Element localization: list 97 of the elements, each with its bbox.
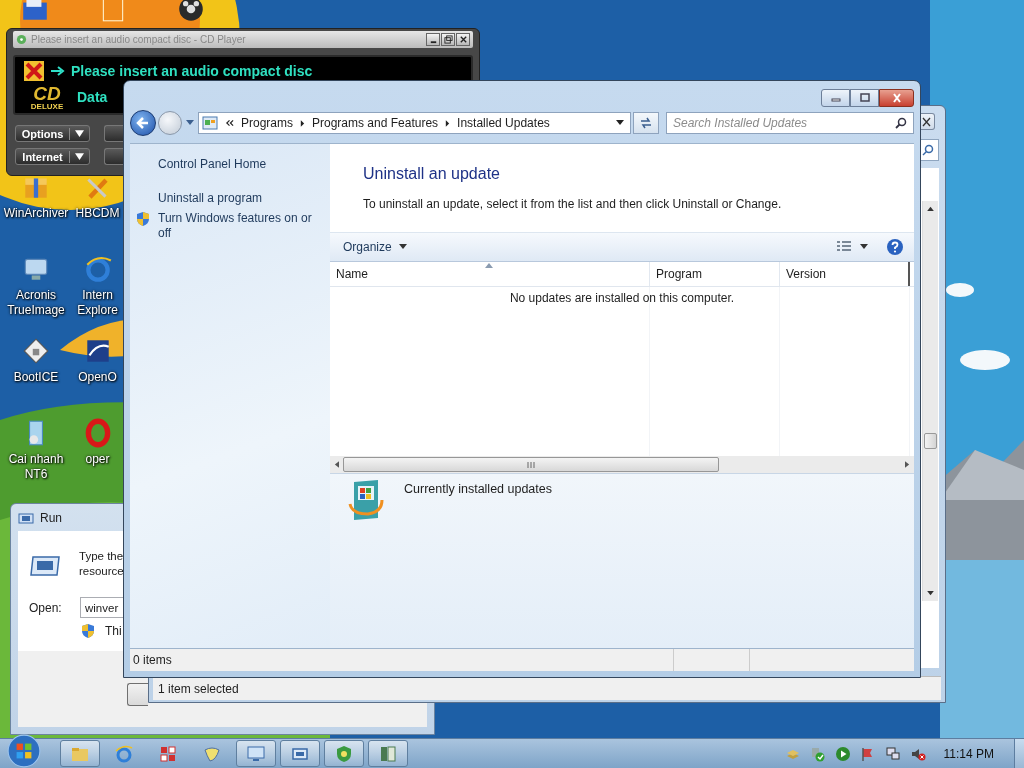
taskbar-button[interactable] [368, 740, 408, 767]
player-button[interactable] [104, 125, 123, 142]
minimize-button[interactable] [426, 33, 440, 46]
column-header[interactable]: Version [780, 261, 910, 286]
icon-label: OpenO [78, 370, 117, 385]
maximize-button[interactable] [850, 89, 879, 107]
icon-label: WinArchiver [3, 206, 69, 221]
task-link[interactable]: Uninstall a program [158, 190, 263, 206]
scroll-right-icon[interactable] [905, 461, 910, 469]
status-text: 0 items [132, 653, 173, 668]
status-message: Please insert an audio compact disc [71, 63, 313, 79]
run-icon [18, 511, 34, 524]
back-button[interactable] [130, 110, 156, 137]
scroll-down-icon[interactable] [927, 591, 934, 596]
caret-icon [398, 243, 407, 250]
security-icon[interactable] [809, 745, 826, 762]
vertical-scrollbar[interactable] [922, 201, 938, 601]
scrollbar-thumb[interactable] [924, 433, 937, 449]
control-panel-icon [202, 115, 218, 132]
close-icon [890, 93, 903, 103]
page-heading: Uninstall an update [363, 164, 501, 183]
grip-icon [527, 460, 535, 469]
show-desktop-button[interactable] [1014, 739, 1024, 768]
window-title: Please insert an audio compact disc - CD Player [31, 34, 246, 45]
breadcrumb-item[interactable]: Installed Updates [457, 116, 550, 131]
description-text: To uninstall an update, select it from the list and then click Uninstall or Change. [363, 196, 783, 211]
browser-icon [114, 743, 134, 764]
no-disc-icon [23, 60, 45, 82]
empty-message: No updates are installed on this computer. [508, 289, 736, 305]
monitor-icon [246, 743, 266, 764]
logo: CD DELUXE [29, 83, 65, 111]
close-button[interactable] [879, 89, 914, 107]
dropdown-button[interactable]: Internet [15, 148, 90, 165]
shield-icon [136, 210, 150, 227]
scroll-left-icon[interactable] [334, 461, 339, 469]
search-field[interactable]: Search Installed Updates [666, 112, 914, 135]
help-icon[interactable] [886, 237, 904, 256]
restore-icon [443, 35, 453, 44]
icon-label: Intern Explore [77, 288, 118, 318]
player-button[interactable] [104, 148, 123, 165]
breadcrumb-item[interactable]: Programs and Features [312, 116, 439, 131]
task-link[interactable]: Turn Windows features on or off [158, 210, 320, 241]
address-bar[interactable]: Programs Programs and Features Installed Updates [198, 112, 631, 135]
icon-label: Acronis TrueImage [7, 288, 65, 318]
taskbar-button[interactable] [280, 740, 320, 767]
horizontal-scrollbar[interactable] [330, 456, 914, 474]
taskbar-button[interactable] [324, 740, 364, 767]
status-text: Data [77, 89, 108, 105]
start-button[interactable] [6, 732, 42, 768]
icon-label: oper [85, 452, 110, 467]
refresh-button[interactable] [633, 112, 659, 135]
task-link[interactable]: Control Panel Home [158, 156, 267, 172]
scroll-up-icon[interactable] [927, 206, 934, 211]
grid-icon [158, 743, 178, 764]
taskbar-button[interactable] [60, 740, 100, 767]
dialog-button[interactable] [127, 683, 148, 706]
column-header[interactable]: Name [330, 261, 650, 286]
maximize-icon [858, 93, 871, 103]
book-icon [378, 743, 398, 764]
organize-button[interactable]: Organize [337, 236, 413, 257]
caret-icon [75, 153, 84, 160]
dialog-title: Run [40, 510, 62, 525]
update-icon [348, 478, 384, 523]
search-icon [922, 144, 934, 156]
film-reel-icon[interactable] [176, 0, 206, 24]
chevron-icon[interactable] [445, 119, 451, 127]
shield-icon [81, 623, 95, 639]
network-icon[interactable] [884, 745, 901, 762]
restore-button[interactable] [441, 33, 455, 46]
search-icon [895, 117, 907, 130]
arrow-icon [51, 66, 65, 76]
close-button[interactable] [456, 33, 470, 46]
overflow-icon [225, 119, 234, 128]
close-icon [458, 35, 468, 44]
instruction-text: Type the resource [79, 549, 124, 579]
run-icon [29, 555, 61, 577]
column-header[interactable]: Program [650, 261, 780, 286]
status-text: 1 item selected [158, 681, 239, 696]
icon-label: Cai nhanh NT6 [8, 452, 64, 482]
view-options-icon[interactable] [836, 239, 852, 254]
open-label: Open: [29, 600, 63, 615]
breadcrumb-item[interactable]: Programs [241, 116, 293, 131]
disc-icon [16, 34, 27, 45]
shield-icon [334, 743, 354, 764]
taskbar-button[interactable] [236, 740, 276, 767]
note-text: Thi [105, 624, 122, 638]
icon-label: BootICE [13, 370, 59, 385]
caret-icon[interactable] [860, 243, 868, 250]
dropdown-button[interactable]: Options [15, 125, 90, 142]
input-field[interactable]: winver [80, 597, 124, 618]
caret-icon [75, 130, 84, 137]
caret-icon[interactable] [616, 120, 624, 127]
icon-label: HBCDM [75, 206, 120, 221]
clock[interactable]: 11:14 PM [943, 746, 994, 761]
details-title: Currently installed updates [404, 482, 552, 497]
chevron-icon[interactable] [300, 119, 305, 127]
play-icon[interactable] [834, 745, 851, 762]
